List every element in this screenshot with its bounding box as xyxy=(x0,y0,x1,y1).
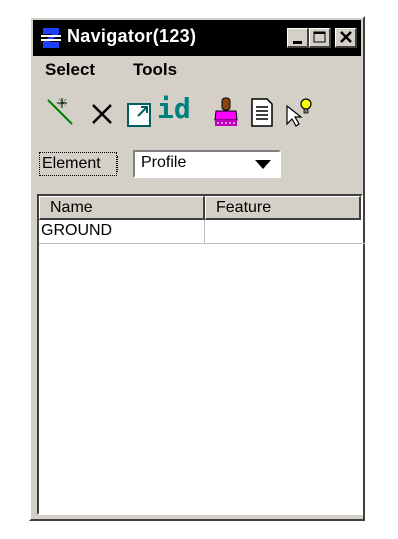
element-row: Element Profile xyxy=(35,150,359,180)
properties-button[interactable] xyxy=(247,96,277,128)
column-header-feature[interactable]: Feature xyxy=(205,196,361,220)
toolbar: id xyxy=(39,92,355,132)
table-row[interactable]: GROUND xyxy=(39,220,365,244)
fit-view-icon xyxy=(127,103,151,127)
minimize-icon xyxy=(293,41,302,44)
close-button[interactable] xyxy=(335,28,357,48)
menu-bar: Select Tools xyxy=(35,58,359,82)
cell-name: GROUND xyxy=(39,220,205,244)
separator xyxy=(117,156,120,172)
element-type-dropdown[interactable]: Profile xyxy=(133,150,281,178)
select-element-icon xyxy=(47,98,73,125)
maximize-icon xyxy=(313,31,326,43)
close-icon xyxy=(340,31,352,43)
column-header-name[interactable]: Name xyxy=(39,196,205,220)
document-icon xyxy=(251,98,273,127)
maximize-button[interactable] xyxy=(309,28,331,48)
title-bar[interactable]: Navigator(123) xyxy=(33,20,361,56)
minimize-button[interactable] xyxy=(287,28,309,48)
highlight-button[interactable] xyxy=(211,96,241,128)
menu-select[interactable]: Select xyxy=(45,60,95,80)
dropdown-value: Profile xyxy=(141,154,187,171)
list-header: Name Feature xyxy=(39,196,361,220)
clear-button[interactable] xyxy=(87,96,117,128)
paint-brush-icon xyxy=(214,97,238,126)
element-list[interactable]: Name Feature GROUND xyxy=(37,194,365,515)
fit-view-button[interactable] xyxy=(125,96,155,128)
navigator-window: Navigator(123) Select Tools id Element P… xyxy=(29,16,365,521)
tip-button[interactable] xyxy=(283,96,313,128)
x-mark-icon xyxy=(92,104,112,124)
app-logo-icon xyxy=(37,24,65,52)
identify-button[interactable]: id xyxy=(157,92,191,126)
cell-feature xyxy=(205,220,365,244)
window-title: Navigator(123) xyxy=(67,26,197,46)
cursor-lightbulb-icon xyxy=(286,98,312,127)
dropdown-arrow-icon[interactable] xyxy=(255,160,271,169)
element-label: Element xyxy=(39,152,117,176)
select-element-button[interactable] xyxy=(45,96,75,128)
menu-tools[interactable]: Tools xyxy=(133,60,177,80)
